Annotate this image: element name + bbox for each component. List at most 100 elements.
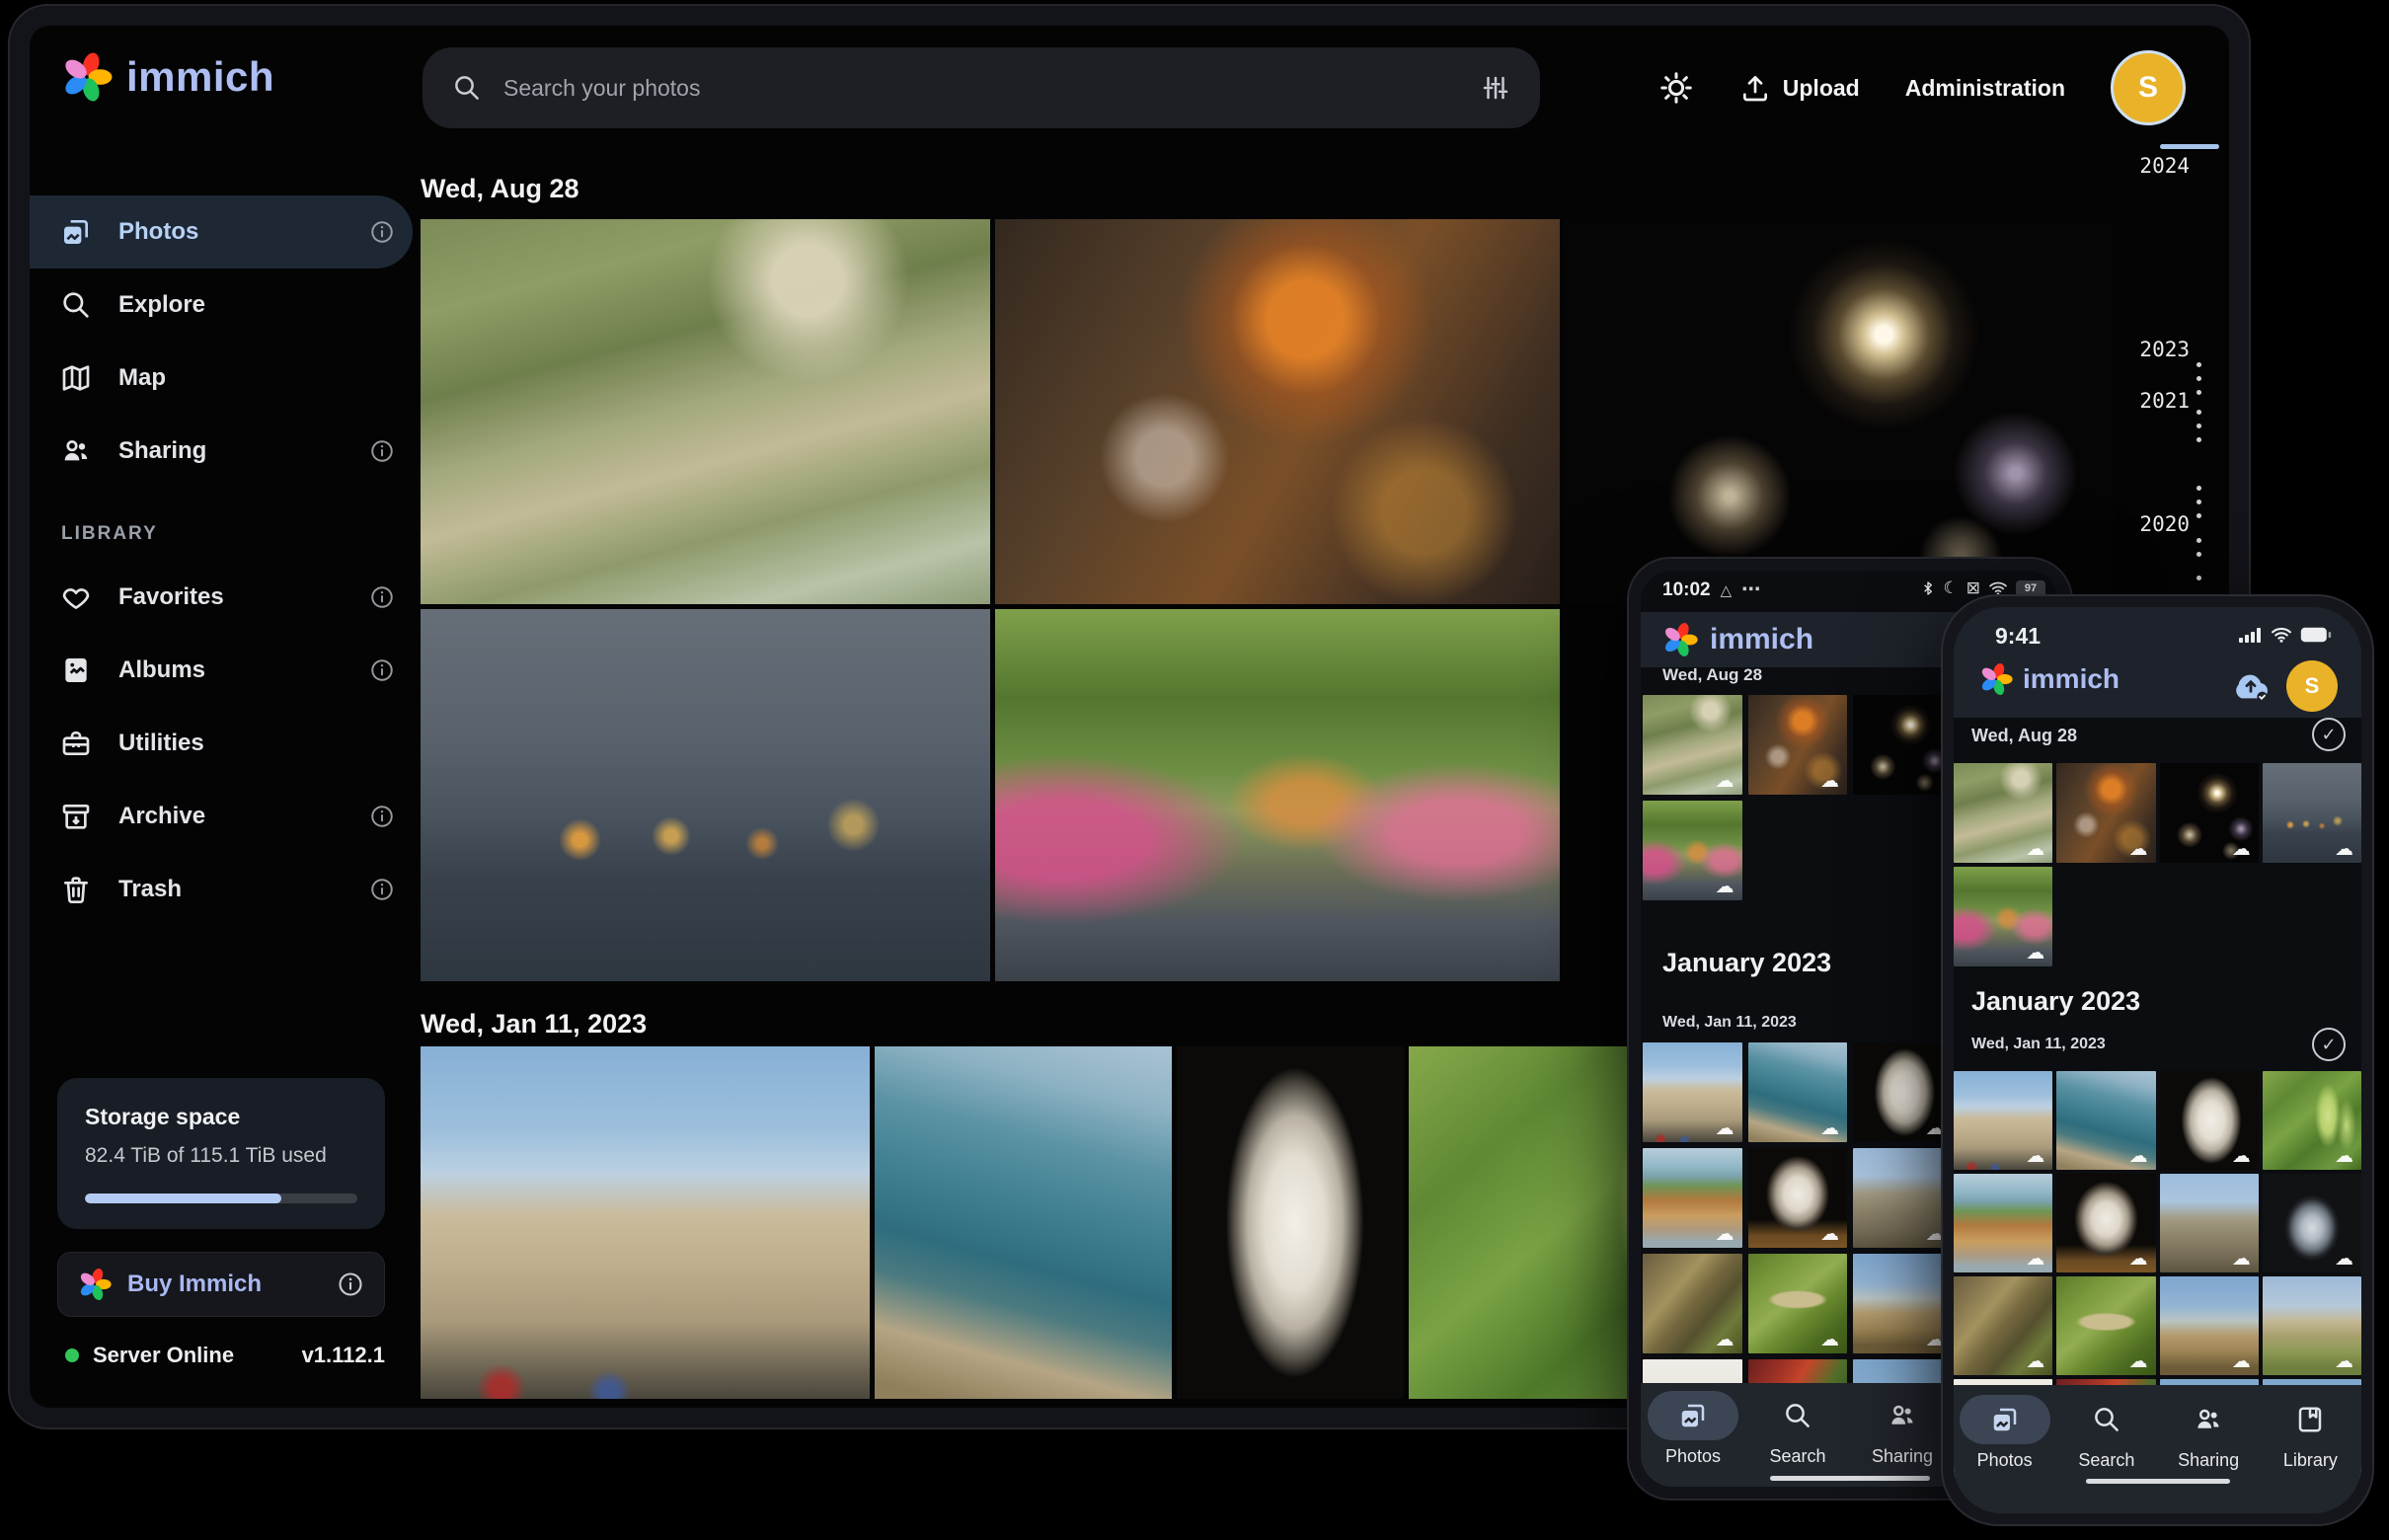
info-icon[interactable]: [369, 877, 395, 902]
user-avatar[interactable]: S: [2286, 660, 2338, 712]
date-group-heading: Wed, Aug 28: [1662, 665, 1762, 685]
nav-tab-sharing[interactable]: Sharing: [2163, 1395, 2254, 1513]
photo-marble-bust[interactable]: [1177, 1046, 1404, 1399]
photo-autumn-park[interactable]: [995, 609, 1560, 981]
info-icon[interactable]: [369, 657, 395, 683]
storage-title: Storage space: [85, 1104, 357, 1130]
photo-lizard[interactable]: ☁: [1954, 1276, 2052, 1375]
photo-fireworks[interactable]: [1565, 219, 2115, 604]
cast-icon: △: [1721, 581, 1733, 599]
photo-silver-ornament[interactable]: ☁: [2263, 1174, 2361, 1272]
photo-fireworks[interactable]: ☁: [2160, 763, 2259, 863]
photo-zoo-monkeys[interactable]: ☁: [1643, 695, 1742, 795]
upload-button[interactable]: Upload: [1739, 72, 1860, 104]
sidebar-item-albums[interactable]: Albums: [30, 634, 413, 707]
buy-immich-button[interactable]: Buy Immich: [57, 1252, 385, 1317]
info-icon[interactable]: [337, 1270, 364, 1298]
photo-farm-village[interactable]: ☁: [2263, 1276, 2361, 1375]
select-day-check-icon[interactable]: ✓: [2312, 718, 2346, 751]
select-day-check-icon[interactable]: ✓: [2312, 1028, 2346, 1061]
photo-beach-cliff[interactable]: ☁: [1954, 1174, 2052, 1272]
photo-stone-bust[interactable]: ☁: [2056, 1174, 2155, 1272]
nav-tab-search[interactable]: Search: [1752, 1391, 1843, 1487]
photo-church-town[interactable]: ☁: [2160, 1276, 2259, 1375]
timeline-year[interactable]: 2021: [2139, 389, 2190, 413]
timeline-year[interactable]: 2024: [2139, 154, 2190, 178]
trash-icon: [59, 874, 93, 905]
timeline-year[interactable]: 2023: [2139, 338, 2190, 361]
info-icon[interactable]: [369, 438, 395, 464]
photo-lizard-moss[interactable]: ☁: [1748, 1254, 1848, 1353]
sidebar-item-sharing[interactable]: Sharing: [30, 415, 413, 488]
photo-lizard-moss[interactable]: ☁: [2056, 1276, 2155, 1375]
nav-tab-search[interactable]: Search: [2061, 1395, 2152, 1513]
phone-app: 9:41 immich S Wed, Aug 28 ✓ ☁ ☁ ☁ ☁ ☁: [1954, 607, 2361, 1513]
photo-coastal-fort[interactable]: ☁: [1748, 1042, 1848, 1142]
user-avatar[interactable]: S: [2111, 50, 2186, 125]
status-time: 10:02: [1662, 579, 1711, 601]
photo-autumn-park[interactable]: ☁: [1954, 867, 2052, 966]
home-indicator[interactable]: [1770, 1476, 1930, 1481]
photo-ruin-wall[interactable]: ☁: [2160, 1174, 2259, 1272]
search-filters-icon[interactable]: [1481, 73, 1510, 103]
photo-holding-hands[interactable]: [421, 609, 990, 981]
photo-holding-hands[interactable]: ☁: [2263, 763, 2361, 863]
photo-ruin-wall[interactable]: ☁: [1853, 1148, 1953, 1248]
photo-fortress-walls[interactable]: ☁: [1643, 1042, 1742, 1142]
nav-tab-sharing[interactable]: Sharing: [1857, 1391, 1948, 1487]
nav-tab-photos[interactable]: Photos: [1648, 1391, 1738, 1487]
info-icon[interactable]: [369, 584, 395, 610]
photo-marble-bust[interactable]: ☁: [2160, 1071, 2259, 1170]
photo-zoo-monkeys[interactable]: [421, 219, 990, 604]
nav-tab-library[interactable]: Library: [2265, 1395, 2355, 1513]
storage-usage: 82.4 TiB of 115.1 TiB used: [85, 1144, 357, 1168]
photo-green-berries[interactable]: ☁: [2263, 1071, 2361, 1170]
info-icon[interactable]: [369, 219, 395, 245]
photo-fireworks[interactable]: [1853, 695, 1953, 795]
topbar-actions: Upload Administration S: [1658, 47, 2186, 128]
sidebar-item-archive[interactable]: Archive: [30, 780, 413, 853]
albums-icon: [59, 654, 93, 686]
server-version: v1.112.1: [302, 1343, 385, 1368]
photo-marble-bust[interactable]: ☁: [1853, 1042, 1953, 1142]
sidebar-label: Sharing: [118, 437, 206, 465]
photo-fortress-walls[interactable]: [421, 1046, 870, 1399]
sidebar-item-utilities[interactable]: Utilities: [30, 707, 413, 780]
photo-zoo-monkeys[interactable]: ☁: [1954, 763, 2052, 863]
photo-lizard[interactable]: ☁: [1643, 1254, 1742, 1353]
photo-dinner-table[interactable]: ☁: [2056, 763, 2155, 863]
explore-search-icon: [59, 289, 93, 321]
date-group-heading: Wed, Jan 11, 2023: [421, 1009, 647, 1040]
photo-coastal-fort[interactable]: ☁: [2056, 1071, 2155, 1170]
administration-link[interactable]: Administration: [1905, 75, 2065, 102]
home-indicator[interactable]: [2086, 1479, 2230, 1484]
cloud-backup-icon: ☁: [1820, 1119, 1839, 1138]
immich-logo-icon: [61, 51, 113, 103]
sidebar-item-favorites[interactable]: Favorites: [30, 561, 413, 634]
sidebar-item-photos[interactable]: Photos: [30, 195, 413, 269]
nav-tab-photos[interactable]: Photos: [1960, 1395, 2050, 1513]
info-icon[interactable]: [369, 804, 395, 829]
photo-fortress-walls[interactable]: ☁: [1954, 1071, 2052, 1170]
heart-icon: [59, 581, 93, 613]
timeline-year[interactable]: 2020: [2139, 512, 2190, 536]
photo-beach-cliff[interactable]: ☁: [1643, 1148, 1742, 1248]
search-icon: [1783, 1401, 1812, 1430]
map-icon: [59, 362, 93, 394]
sidebar-item-map[interactable]: Map: [30, 342, 413, 415]
sidebar-item-trash[interactable]: Trash: [30, 853, 413, 926]
server-status-row: Server Online v1.112.1: [65, 1343, 385, 1368]
photo-autumn-park[interactable]: ☁: [1643, 801, 1742, 900]
photo-dinner-table[interactable]: ☁: [1748, 695, 1848, 795]
sidebar-item-explore[interactable]: Explore: [30, 269, 413, 342]
theme-toggle-sun-icon[interactable]: [1658, 70, 1694, 106]
photo-coastal-fort[interactable]: [875, 1046, 1172, 1399]
no-sim-icon: ⊠: [1966, 578, 1980, 598]
brand-wordmark: immich: [126, 53, 274, 101]
photo-church-town[interactable]: ☁: [1853, 1254, 1953, 1353]
photo-stone-bust[interactable]: ☁: [1748, 1148, 1848, 1248]
search-bar[interactable]: Search your photos: [423, 47, 1540, 128]
cloud-sync-icon[interactable]: [2229, 669, 2273, 703]
photo-dinner-table[interactable]: [995, 219, 1560, 604]
cloud-backup-icon: ☁: [2335, 1147, 2353, 1166]
